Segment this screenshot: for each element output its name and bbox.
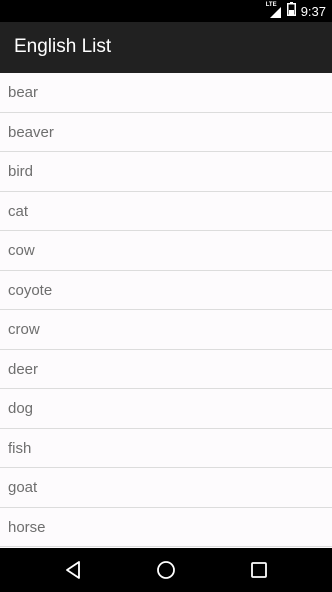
list-item[interactable]: crow xyxy=(0,310,332,350)
status-time: 9:37 xyxy=(300,3,326,19)
animal-list[interactable]: bear beaver bird cat cow coyote crow dee… xyxy=(0,73,332,548)
status-bar: LTE 9:37 xyxy=(0,0,332,22)
app-bar: English List xyxy=(0,22,332,73)
list-item[interactable]: bear xyxy=(0,73,332,113)
recents-icon[interactable] xyxy=(247,558,271,582)
list-item[interactable]: bird xyxy=(0,152,332,192)
app-title: English List xyxy=(14,36,112,57)
list-item[interactable]: fish xyxy=(0,429,332,468)
status-icons: LTE 9:37 xyxy=(266,0,326,22)
home-icon[interactable] xyxy=(154,558,178,582)
list-item[interactable]: beaver xyxy=(0,113,332,152)
list-item[interactable]: cow xyxy=(0,231,332,271)
list-item[interactable]: goat xyxy=(0,468,332,508)
battery-icon xyxy=(286,1,296,21)
back-icon[interactable] xyxy=(62,558,86,582)
list-item[interactable]: deer xyxy=(0,350,332,389)
list-item[interactable]: cat xyxy=(0,192,332,231)
list-item[interactable]: coyote xyxy=(0,271,332,310)
list-item[interactable]: horse xyxy=(0,508,332,547)
list-item[interactable]: dog xyxy=(0,389,332,429)
navigation-bar xyxy=(0,548,332,592)
lte-signal-icon: LTE xyxy=(266,2,282,18)
